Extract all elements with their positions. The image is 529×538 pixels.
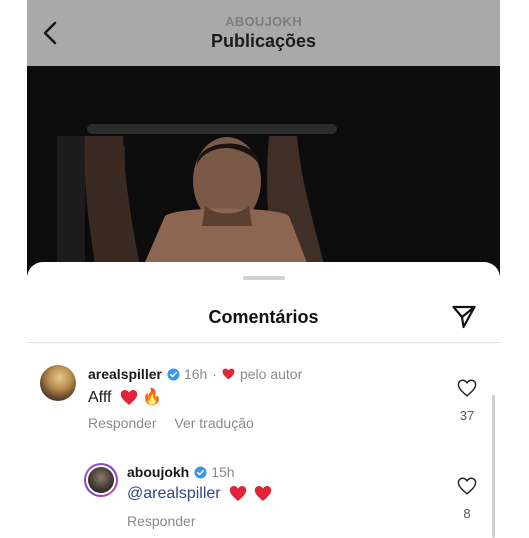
like-button[interactable]: [456, 379, 478, 402]
verified-badge-icon: [167, 367, 180, 381]
red-heart-emoji: [229, 486, 247, 502]
share-button[interactable]: [449, 302, 479, 332]
right-margin: [500, 0, 529, 538]
verified-badge-icon: [194, 465, 207, 479]
avatar-image: [88, 467, 114, 493]
heart-outline-icon: [457, 477, 477, 495]
fire-emoji: 🔥: [142, 389, 163, 406]
page-title: Publicações: [210, 31, 317, 51]
comment-time: 16h: [183, 366, 208, 382]
reply-button[interactable]: Responder: [127, 513, 196, 529]
liked-by-author: pelo autor: [239, 366, 303, 382]
mention-link[interactable]: @arealspiller: [127, 485, 221, 502]
comment-body: Afff: [88, 389, 112, 406]
comments-title: Comentários: [208, 307, 319, 327]
top-header: ABOUJOKH Publicações: [27, 0, 500, 66]
reply-meta: aboujokh 15h: [127, 464, 235, 480]
header-username: ABOUJOKH: [225, 14, 302, 29]
reply-actions: Responder: [127, 513, 196, 529]
comment-text: Afff 🔥: [88, 387, 162, 407]
send-icon: [452, 305, 476, 329]
like-count: 37: [459, 408, 475, 423]
red-heart-emoji: [120, 390, 138, 406]
reply-text: @arealspiller: [127, 485, 272, 503]
avatar[interactable]: [84, 463, 118, 497]
comment-username[interactable]: arealspiller: [88, 366, 162, 382]
like-button[interactable]: [456, 477, 478, 500]
translate-button[interactable]: Ver tradução: [174, 415, 253, 431]
comment-meta: arealspiller 16h · pelo autor: [88, 366, 302, 382]
comments-sheet: Comentários arealspiller 16h · pelo auto…: [27, 262, 500, 538]
scrollbar[interactable]: [492, 395, 495, 538]
avatar-inner: [86, 465, 116, 495]
left-margin: [0, 0, 27, 538]
reply-button[interactable]: Responder: [88, 415, 157, 431]
heart-outline-icon: [457, 379, 477, 397]
like-count: 8: [463, 506, 471, 521]
post-image[interactable]: [27, 66, 500, 276]
red-heart-emoji: [254, 486, 271, 502]
avatar[interactable]: [40, 365, 76, 401]
sheet-grabber[interactable]: [243, 276, 285, 280]
post-photo: [27, 66, 500, 276]
separator-dot: ·: [212, 366, 217, 382]
comment-actions: Responder Ver tradução: [88, 415, 254, 431]
header-divider: [27, 342, 500, 343]
reply-time: 15h: [211, 464, 235, 480]
heart-filled-icon: [222, 368, 235, 380]
reply-username[interactable]: aboujokh: [127, 464, 189, 480]
